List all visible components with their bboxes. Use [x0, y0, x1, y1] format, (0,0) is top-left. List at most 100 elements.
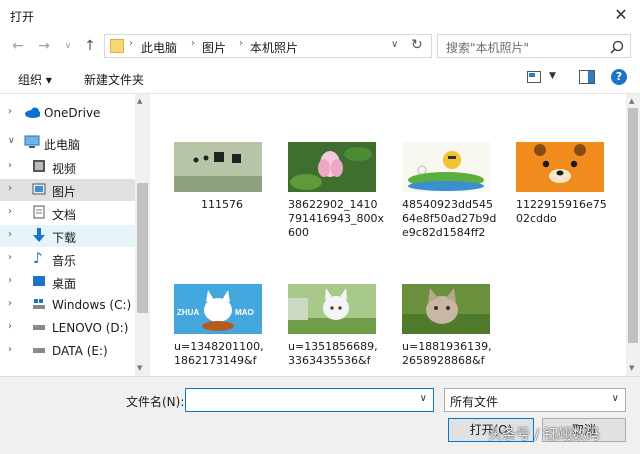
- drive-icon: [33, 348, 45, 353]
- nav-item-label: LENOVO (D:): [52, 321, 129, 335]
- nav-item-drive-c[interactable]: › Windows (C:): [0, 294, 135, 316]
- computer-icon: [24, 135, 40, 148]
- thumbnail-image: [516, 142, 604, 192]
- refresh-icon[interactable]: ↻: [411, 37, 423, 53]
- nav-item-label: 下载: [52, 231, 77, 245]
- chevron-right-icon[interactable]: ›: [8, 229, 12, 240]
- chevron-down-icon[interactable]: ∨: [420, 393, 427, 404]
- chevron-right-icon[interactable]: ›: [8, 321, 12, 332]
- nav-item-pictures[interactable]: › 图片: [0, 179, 135, 201]
- filename-input[interactable]: ∨: [185, 388, 434, 412]
- pictures-icon: [32, 183, 46, 195]
- chevron-right-icon[interactable]: ›: [8, 183, 12, 194]
- scroll-down-icon[interactable]: ▼: [629, 364, 634, 372]
- chevron-down-icon[interactable]: ∨: [8, 136, 15, 146]
- nav-item-label: 音乐: [52, 254, 77, 268]
- nav-item-videos[interactable]: › 视频: [0, 156, 135, 178]
- thumbnail-image: [174, 142, 262, 192]
- thumbnail-image: [402, 142, 490, 192]
- cloud-icon: [25, 107, 40, 118]
- file-name: u=1881936139,2658928868&f: [402, 340, 492, 367]
- thumbnail-image: ZHUA MAO: [174, 284, 262, 334]
- file-name: 111576: [201, 198, 243, 211]
- preview-pane-icon[interactable]: [579, 70, 595, 84]
- drive-icon: [33, 325, 45, 330]
- nav-item-drive-e[interactable]: › DATA (E:): [0, 340, 135, 362]
- music-note-icon: ♪: [33, 249, 43, 267]
- help-icon[interactable]: ?: [611, 69, 627, 85]
- video-icon: [33, 160, 45, 172]
- up-arrow-icon[interactable]: ↑: [80, 34, 100, 58]
- thumbnail-image: [402, 284, 490, 334]
- file-list: 111576 38622902_1410791416943_800x600 48…: [150, 94, 626, 376]
- nav-item-label: OneDrive: [44, 106, 101, 120]
- thumbnail-text-zhua: ZHUA: [177, 308, 199, 317]
- file-name: u=1348201100,1862173149&f: [174, 340, 264, 367]
- document-icon: [33, 205, 45, 219]
- file-name: 48540923dd54564e8f50ad27b9de9c82d1584ff2: [402, 198, 497, 239]
- window-title: 打开: [10, 10, 35, 24]
- file-list-scrollbar-thumb[interactable]: [628, 108, 638, 343]
- search-box[interactable]: 搜索"本机照片": [437, 34, 631, 58]
- chevron-right-icon[interactable]: ›: [8, 252, 12, 263]
- nav-item-label: Windows (C:): [52, 298, 132, 312]
- nav-item-label: 桌面: [52, 277, 77, 291]
- thumbnail-image: [288, 142, 376, 192]
- chevron-down-icon[interactable]: ∨: [612, 393, 619, 404]
- nav-item-label: 图片: [52, 185, 77, 199]
- recent-locations-chevron-icon[interactable]: ∨: [58, 34, 78, 58]
- file-name: 1122915916e7502cddo: [516, 198, 607, 225]
- desktop-icon: [33, 276, 45, 286]
- nav-item-downloads[interactable]: › 下载: [0, 225, 135, 247]
- nav-pane-scrollbar-thumb[interactable]: [137, 183, 148, 313]
- file-name: 38622902_1410791416943_800x600: [288, 198, 384, 239]
- chevron-down-icon[interactable]: ∨: [391, 39, 398, 50]
- nav-item-label: DATA (E:): [52, 344, 108, 358]
- navigation-pane: › OneDrive ∨ 此电脑 › 视频 › 图片 › 文档 › 下载 › ♪…: [0, 94, 150, 376]
- chevron-right-icon[interactable]: ›: [8, 106, 12, 117]
- organize-menu[interactable]: 组织 ▾: [18, 71, 52, 88]
- scroll-up-icon[interactable]: ▲: [137, 97, 142, 105]
- watermark: 头条号 / 钰翊数码: [488, 427, 600, 443]
- view-dropdown-icon[interactable]: ▼: [549, 71, 556, 81]
- close-icon[interactable]: ✕: [608, 4, 634, 26]
- nav-item-drive-d[interactable]: › LENOVO (D:): [0, 317, 135, 339]
- address-bar[interactable]: › 此电脑 › 图片 › 本机照片 ∨ ↻: [104, 34, 432, 58]
- chevron-right-icon[interactable]: ›: [8, 298, 12, 309]
- breadcrumb-local-photos[interactable]: 本机照片: [250, 39, 298, 56]
- scroll-down-icon[interactable]: ▼: [137, 364, 142, 372]
- file-name: u=1351856689,3363435536&f: [288, 340, 378, 367]
- filetype-value: 所有文件: [450, 395, 499, 409]
- thumbnail-image: [288, 284, 376, 334]
- nav-item-label: 视频: [52, 162, 77, 176]
- chevron-right-icon: ›: [239, 38, 243, 49]
- thumbnail-text-mao: MAO: [235, 308, 254, 317]
- search-icon: [610, 40, 624, 54]
- scroll-up-icon[interactable]: ▲: [629, 97, 634, 105]
- nav-item-label: 文档: [52, 208, 77, 222]
- view-mode-icon[interactable]: [527, 71, 541, 83]
- nav-item-desktop[interactable]: › 桌面: [0, 271, 135, 293]
- chevron-right-icon[interactable]: ›: [8, 344, 12, 355]
- chevron-right-icon: ›: [191, 38, 195, 49]
- chevron-right-icon: ›: [129, 38, 133, 49]
- filename-label: 文件名(N):: [126, 395, 185, 409]
- windows-drive-icon: [33, 299, 45, 309]
- nav-item-music[interactable]: › ♪ 音乐: [0, 248, 135, 270]
- nav-item-this-pc[interactable]: ∨ 此电脑: [0, 132, 135, 154]
- download-icon: [33, 228, 45, 242]
- chevron-right-icon[interactable]: ›: [8, 160, 12, 171]
- chevron-right-icon[interactable]: ›: [8, 275, 12, 286]
- nav-item-documents[interactable]: › 文档: [0, 202, 135, 224]
- forward-arrow-icon[interactable]: →: [34, 34, 54, 58]
- filetype-select[interactable]: 所有文件 ∨: [444, 388, 626, 412]
- breadcrumb-this-pc[interactable]: 此电脑: [141, 39, 177, 56]
- breadcrumb-pictures[interactable]: 图片: [202, 39, 226, 56]
- back-arrow-icon[interactable]: ←: [8, 34, 28, 58]
- title-bar: [0, 0, 640, 32]
- folder-icon: [110, 39, 124, 53]
- search-placeholder: 搜索"本机照片": [446, 41, 530, 55]
- new-folder-button[interactable]: 新建文件夹: [84, 71, 144, 88]
- nav-item-onedrive[interactable]: › OneDrive: [0, 102, 135, 124]
- chevron-right-icon[interactable]: ›: [8, 206, 12, 217]
